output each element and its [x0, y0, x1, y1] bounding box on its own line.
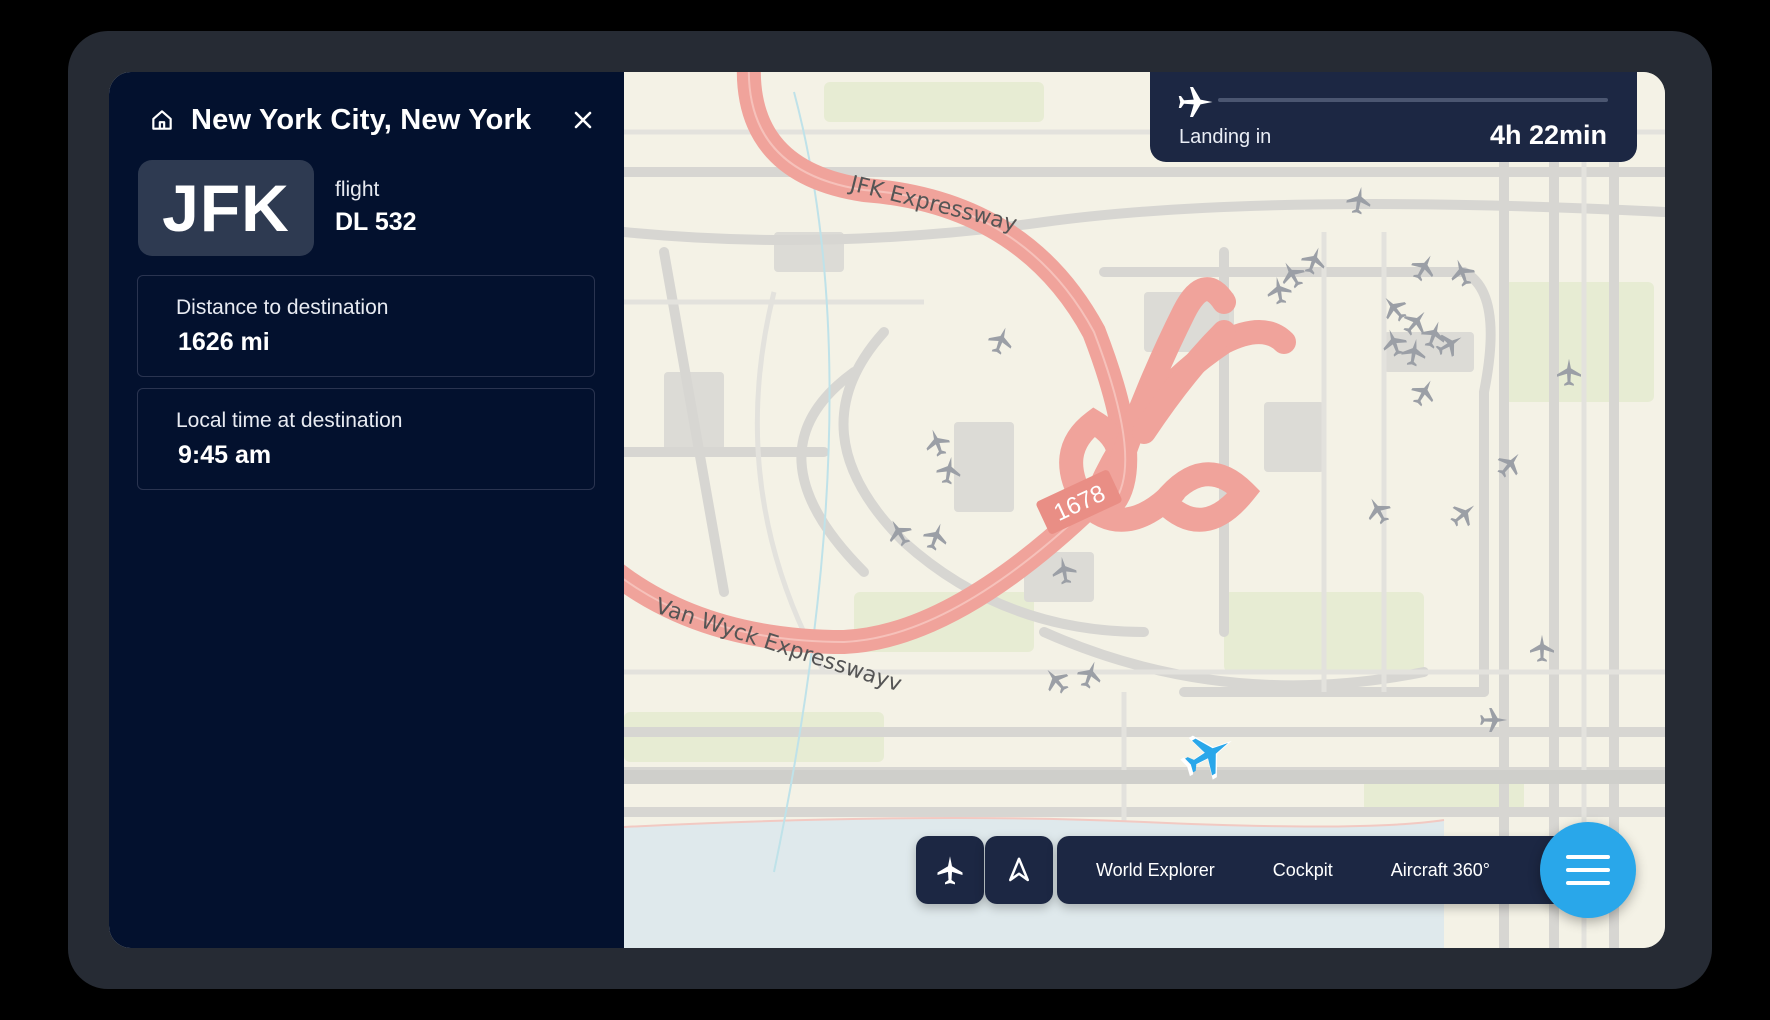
landing-label: Landing in [1179, 126, 1272, 148]
home-icon[interactable] [149, 107, 175, 133]
distance-label: Distance to destination [176, 296, 389, 319]
distance-card: Distance to destination 1626 mi [137, 275, 595, 377]
nav-world-explorer[interactable]: World Explorer [1096, 860, 1215, 881]
distance-value: 1626 mi [178, 328, 270, 356]
flight-mode-button[interactable] [916, 836, 984, 904]
airport-code-badge: JFK [138, 160, 314, 256]
nav-cockpit[interactable]: Cockpit [1273, 860, 1333, 881]
flight-number: DL 532 [335, 208, 417, 236]
flight-progress-track [1218, 98, 1608, 102]
nav-aircraft-360[interactable]: Aircraft 360° [1391, 860, 1490, 881]
flight-label: flight [335, 178, 380, 201]
airplane-icon [1178, 84, 1214, 120]
app-screen: New York City, New York JFK flight DL 53… [109, 72, 1665, 948]
airplane-icon [937, 856, 963, 885]
close-icon[interactable] [569, 106, 597, 134]
local-time-card: Local time at destination 9:45 am [137, 388, 595, 490]
panel-header: New York City, New York [149, 98, 592, 142]
map-canvas[interactable]: 1678 JFK Expressway Van Wyck Expresswayv [602, 72, 1665, 948]
destination-panel: New York City, New York JFK flight DL 53… [109, 72, 624, 948]
hamburger-menu-icon [1566, 855, 1610, 885]
local-time-label: Local time at destination [176, 409, 403, 432]
navigation-arrow-icon [1009, 857, 1029, 882]
airport-map[interactable]: 1678 JFK Expressway Van Wyck Expresswayv [602, 72, 1665, 948]
navigation-button[interactable] [985, 836, 1053, 904]
landing-status-card: Landing in 4h 22min [1150, 72, 1637, 162]
landing-time: 4h 22min [1489, 120, 1607, 150]
page-title: New York City, New York [191, 103, 532, 136]
menu-button[interactable] [1540, 822, 1636, 918]
view-mode-nav: World Explorer Cockpit Aircraft 360° [1057, 836, 1557, 904]
local-time-value: 9:45 am [178, 441, 272, 469]
